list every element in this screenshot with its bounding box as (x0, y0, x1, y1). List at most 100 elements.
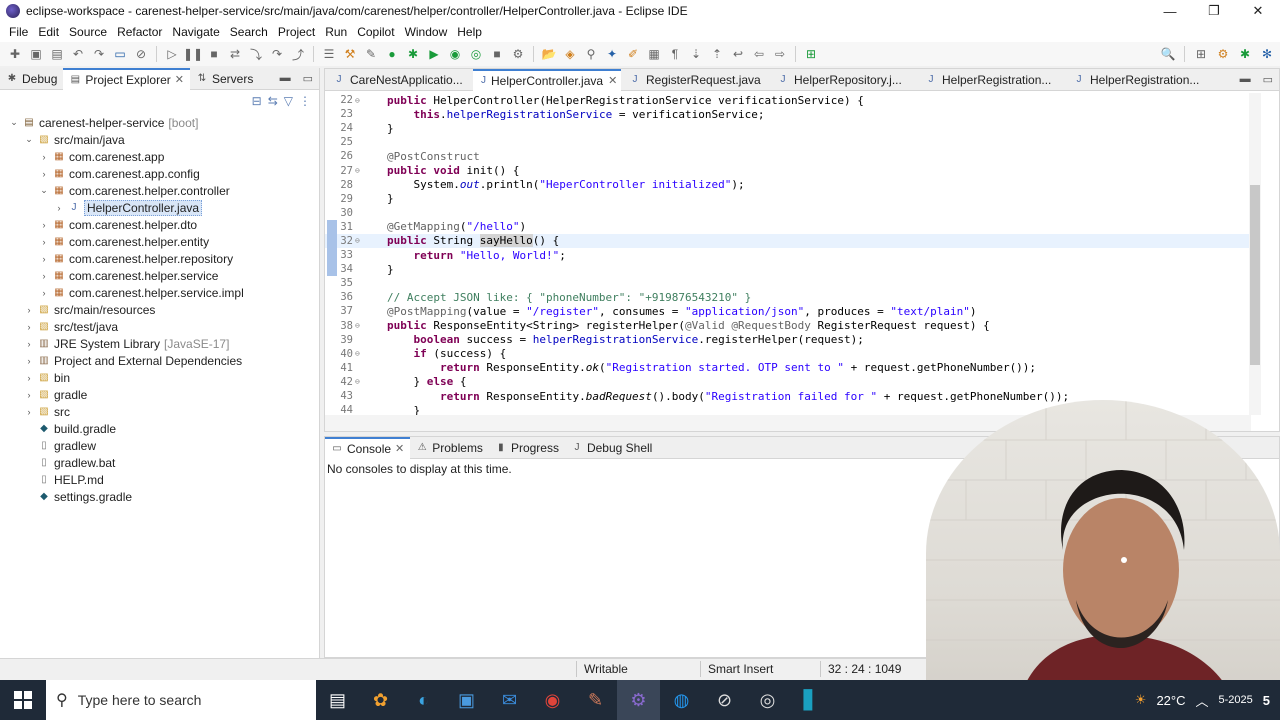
taskbar-search[interactable]: ⚲ Type here to search (46, 680, 316, 720)
menu-window[interactable]: Window (400, 25, 453, 39)
collapse-chevron-icon[interactable]: › (38, 254, 50, 264)
eclipse-taskbar-icon[interactable]: ⚙ (617, 680, 660, 720)
fold-toggle-icon[interactable]: ⊖ (355, 321, 365, 330)
editor-tab[interactable]: J RegisterRequest.java (621, 69, 769, 91)
task-view-icon[interactable]: ▤ (316, 680, 359, 720)
refactor-icon[interactable]: ⚒ (341, 45, 359, 63)
menu-copilot[interactable]: Copilot (352, 25, 399, 39)
menu-refactor[interactable]: Refactor (112, 25, 167, 39)
code-line[interactable]: 28 System.out.println("HeperController i… (325, 178, 1251, 192)
maximize-button[interactable]: ❐ (1192, 0, 1236, 22)
collapse-chevron-icon[interactable]: › (38, 288, 50, 298)
new-icon[interactable]: ✚ (6, 45, 24, 63)
stop-icon[interactable]: ■ (488, 45, 506, 63)
code-line[interactable]: 38 ⊖ public ResponseEntity<String> registe… (325, 319, 1251, 333)
terminal-icon[interactable]: ▭ (111, 45, 129, 63)
tree-item[interactable]: › ▦ com.carenest.helper.repository (0, 250, 319, 267)
tree-item[interactable]: ⌄ ▦ com.carenest.helper.controller (0, 182, 319, 199)
expand-chevron-icon[interactable]: ⌄ (38, 185, 50, 196)
tree-item[interactable]: › ▦ com.carenest.helper.dto (0, 216, 319, 233)
tree-item[interactable]: › ▧ src (0, 403, 319, 420)
collapse-chevron-icon[interactable]: › (23, 373, 35, 383)
code-line[interactable]: 39 boolean success = helperRegistrationS… (325, 333, 1251, 347)
collapse-chevron-icon[interactable]: › (38, 152, 50, 162)
obs-icon[interactable]: ◎ (746, 680, 789, 720)
code-line[interactable]: 25 (325, 135, 1251, 149)
step-return-icon[interactable]: ⤴ (289, 45, 307, 63)
start-button[interactable] (0, 680, 46, 720)
weather-temperature[interactable]: 22°C (1156, 693, 1185, 708)
collapse-chevron-icon[interactable]: › (23, 407, 35, 417)
tab-progress[interactable]: ▮ Progress (489, 437, 565, 459)
tree-item[interactable]: › ▥ JRE System Library [JavaSE-17] (0, 335, 319, 352)
spring-boot-icon[interactable]: ● (383, 45, 401, 63)
view-menu-icon[interactable]: ⋮ (299, 94, 311, 108)
tab-console[interactable]: ▭ Console ✕ (325, 436, 411, 459)
collapse-chevron-icon[interactable]: › (38, 237, 50, 247)
code-line[interactable]: 27 ⊖ public void init() { (325, 163, 1251, 177)
tree-item[interactable]: › ▦ com.carenest.helper.entity (0, 233, 319, 250)
java-ee-perspective-icon[interactable]: ⚙ (1214, 45, 1232, 63)
block-select-icon[interactable]: ▦ (645, 45, 663, 63)
code-line[interactable]: 37 @PostMapping(value = "/register", cons… (325, 304, 1251, 318)
tree-item[interactable]: › ▧ src/test/java (0, 318, 319, 335)
weather-icon[interactable]: ☀ (1135, 692, 1147, 708)
open-type-icon[interactable]: ◈ (561, 45, 579, 63)
undo-icon[interactable]: ↶ (69, 45, 87, 63)
code-line[interactable]: 40 ⊖ if (success) { (325, 347, 1251, 361)
menu-file[interactable]: File (4, 25, 33, 39)
edge-icon[interactable]: ◐ (402, 680, 445, 720)
step-into-icon[interactable]: ⤵ (247, 45, 265, 63)
save-all-icon[interactable]: ▤ (48, 45, 66, 63)
menu-edit[interactable]: Edit (33, 25, 64, 39)
tree-item[interactable]: ⌄ ▤ carenest-helper-service [boot] (0, 114, 319, 131)
close-button[interactable]: ✕ (1236, 0, 1280, 22)
mail-icon[interactable]: ✉ (488, 680, 531, 720)
code-line[interactable]: 42 ⊖ } else { (325, 375, 1251, 389)
paint-icon[interactable]: ✎ (574, 680, 617, 720)
copilot-icon[interactable]: ✿ (359, 680, 402, 720)
code-line[interactable]: 22 ⊖ public HelperController(HelperRegistr… (325, 93, 1251, 107)
code-line[interactable]: 31 @GetMapping("/hello") (325, 220, 1251, 234)
tree-item[interactable]: › J HelperController.java (0, 199, 319, 216)
collapse-chevron-icon[interactable]: › (53, 203, 65, 213)
tray-chevron-icon[interactable]: ︿ (1195, 691, 1208, 710)
back-icon[interactable]: ⇦ (750, 45, 768, 63)
run-last-icon[interactable]: ◉ (446, 45, 464, 63)
close-icon[interactable]: ✕ (608, 74, 617, 87)
tree-item[interactable]: ▯ HELP.md (0, 471, 319, 488)
debug-icon[interactable]: ✱ (404, 45, 422, 63)
terminate-icon[interactable]: ■ (205, 45, 223, 63)
tree-item[interactable]: › ▦ com.carenest.app.config (0, 165, 319, 182)
tab-debug[interactable]: ✱ Debug (0, 68, 63, 90)
filter-icon[interactable]: ▽ (284, 94, 293, 108)
scrollbar-thumb[interactable] (1250, 185, 1260, 365)
tab-servers[interactable]: ⇅ Servers (190, 68, 259, 90)
open-perspective-icon[interactable]: ⊞ (1192, 45, 1210, 63)
vertical-scrollbar[interactable] (1249, 93, 1261, 415)
tree-item[interactable]: › ▧ src/main/resources (0, 301, 319, 318)
fold-toggle-icon[interactable]: ⊖ (355, 236, 365, 245)
code-line[interactable]: 29} (325, 192, 1251, 206)
code-line[interactable]: 32 ⊖ public String sayHello() { (325, 233, 1251, 249)
pin-editor-icon[interactable]: ⊞ (802, 45, 820, 63)
expand-chevron-icon[interactable]: ⌄ (8, 117, 20, 128)
collapse-chevron-icon[interactable]: › (23, 356, 35, 366)
last-edit-icon[interactable]: ↩ (729, 45, 747, 63)
fold-toggle-icon[interactable]: ⊖ (355, 96, 365, 105)
code-line[interactable]: 24} (325, 121, 1251, 135)
collapse-chevron-icon[interactable]: › (23, 305, 35, 315)
tree-item[interactable]: ▯ gradlew.bat (0, 454, 319, 471)
tree-item[interactable]: › ▦ com.carenest.app (0, 148, 319, 165)
code-line[interactable]: 33 return "Hello, World!"; (325, 248, 1251, 262)
skip-breakpoints-icon[interactable]: ⊘ (132, 45, 150, 63)
editor-tab[interactable]: J HelperRepository.j... (769, 69, 917, 91)
editor-tab[interactable]: J HelperRegistration... (1065, 69, 1213, 91)
tree-item[interactable]: › ▦ com.carenest.helper.service.impl (0, 284, 319, 301)
debug-perspective-icon[interactable]: ✻ (1258, 45, 1276, 63)
store-icon[interactable]: ▣ (445, 680, 488, 720)
step-over-icon[interactable]: ↷ (268, 45, 286, 63)
search-icon[interactable]: 🔍 (1159, 45, 1177, 63)
chrome-icon[interactable]: ◉ (531, 680, 574, 720)
code-line[interactable]: 34} (325, 262, 1251, 276)
